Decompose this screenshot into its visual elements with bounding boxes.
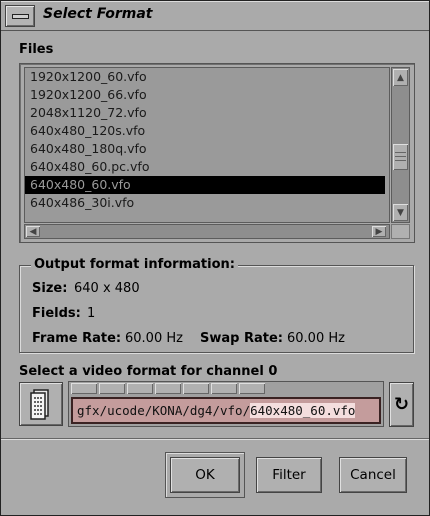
select-format-dialog: Select Format Files 1920x1200_60.vfo 1920…: [0, 0, 430, 516]
list-item[interactable]: 1920x1200_60.vfo: [25, 68, 389, 86]
list-item[interactable]: 1920x1200_66.vfo: [25, 86, 389, 104]
scroll-left-arrow-icon[interactable]: ◀: [26, 226, 40, 237]
fields-label: Fields:: [32, 306, 81, 321]
path-crumb[interactable]: [127, 383, 153, 394]
swap-rate-value: 60.00 Hz: [287, 331, 345, 346]
channel-label: Select a video format for channel 0: [19, 364, 278, 379]
window-menu-icon: [12, 14, 29, 19]
path-crumb[interactable]: [183, 383, 209, 394]
window-title: Select Format: [43, 6, 153, 22]
reload-icon: ↻: [393, 394, 410, 415]
window-menu-button[interactable]: [5, 5, 35, 27]
horizontal-scroll-track[interactable]: [41, 226, 371, 237]
frame-rate-label: Frame Rate:: [32, 331, 122, 346]
list-item[interactable]: 640x480_60.pc.vfo: [25, 158, 389, 176]
files-label: Files: [19, 42, 54, 57]
fields-value: 1: [87, 306, 96, 321]
size-label: Size:: [32, 281, 68, 296]
scroll-right-arrow-icon[interactable]: ▶: [372, 226, 386, 237]
scroll-corner: [391, 224, 410, 239]
path-crumb[interactable]: [99, 383, 125, 394]
scroll-up-arrow-icon[interactable]: ▲: [393, 69, 408, 86]
separator: [1, 438, 429, 440]
list-item[interactable]: 640x486_30i.vfo: [25, 194, 389, 212]
file-chooser-button[interactable]: [19, 382, 63, 426]
vertical-scrollbar[interactable]: ▲ ▼: [391, 67, 410, 223]
list-item[interactable]: 2048x1120_72.vfo: [25, 104, 389, 122]
path-crumb[interactable]: [211, 383, 237, 394]
reload-button[interactable]: ↻: [389, 382, 414, 427]
cancel-button[interactable]: Cancel: [339, 457, 407, 493]
path-crumb[interactable]: [71, 383, 97, 394]
path-crumb[interactable]: [239, 383, 265, 394]
list-item[interactable]: 640x480_60.vfo: [25, 176, 385, 194]
files-list[interactable]: 1920x1200_60.vfo 1920x1200_66.vfo 2048x112…: [24, 67, 390, 223]
filter-button[interactable]: Filter: [256, 457, 322, 493]
path-crumb[interactable]: [155, 383, 181, 394]
ok-button[interactable]: OK: [170, 457, 240, 493]
list-item[interactable]: 640x480_120s.vfo: [25, 122, 389, 140]
path-selected-text: 640x480_60.vfo: [250, 403, 356, 418]
scroll-down-arrow-icon[interactable]: ▼: [393, 204, 408, 221]
output-format-title: Output format information:: [31, 257, 238, 272]
path-crumb-bar: [71, 383, 267, 394]
swap-rate-label: Swap Rate:: [200, 331, 283, 346]
size-value: 640 x 480: [74, 281, 140, 296]
files-list-frame: 1920x1200_60.vfo 1920x1200_66.vfo 2048x112…: [19, 63, 415, 243]
title-bar[interactable]: Select Format: [1, 1, 429, 31]
vertical-scroll-thumb[interactable]: [393, 144, 408, 170]
list-item[interactable]: 640x480_180q.vfo: [25, 140, 389, 158]
frame-rate-value: 60.00 Hz: [125, 331, 183, 346]
horizontal-scrollbar[interactable]: ◀ ▶: [24, 224, 390, 239]
path-selector: gfx/ucode/KONA/dg4/vfo/640x480_60.vfo: [68, 381, 384, 427]
file-chooser-icon: [30, 389, 49, 420]
path-input[interactable]: gfx/ucode/KONA/dg4/vfo/640x480_60.vfo: [71, 397, 381, 424]
path-prefix: gfx/ucode/KONA/dg4/vfo/: [77, 403, 251, 418]
